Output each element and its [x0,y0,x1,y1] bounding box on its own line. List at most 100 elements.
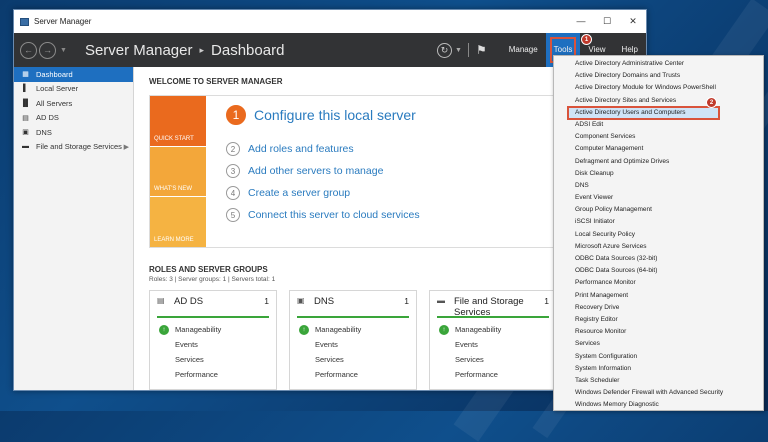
sidebar-item-label: AD DS [36,113,59,123]
menu-manage[interactable]: Manage [501,33,546,67]
step-add-roles[interactable]: 2 Add roles and features [226,138,420,160]
menu-item-ad-powershell[interactable]: Active Directory Module for Windows Powe… [554,82,763,94]
card-row-performance[interactable]: Performance [297,367,409,382]
refresh-icon[interactable]: ↻ [437,42,453,58]
card-row-events[interactable]: Events [297,337,409,352]
menu-item-performance-monitor[interactable]: Performance Monitor [554,277,763,289]
annotation-badge-2: 2 [706,97,717,108]
menu-item-disk-cleanup[interactable]: Disk Cleanup [554,168,763,180]
header-bar: ← → ▼ Server Manager ▸ Dashboard ↻ ▼ ⚑ M… [14,33,646,67]
sidebar: ▦ Dashboard ▌ Local Server ▐▌ All Server… [14,67,134,390]
card-row-events[interactable]: Events [157,337,269,352]
sidebar-item-local-server[interactable]: ▌ Local Server [14,82,133,97]
menu-item-odbc-32[interactable]: ODBC Data Sources (32-bit) [554,253,763,265]
close-icon[interactable]: ✕ [620,10,646,33]
card-row-services[interactable]: Services [157,352,269,367]
whats-new-tile[interactable]: WHAT'S NEW [150,145,206,197]
role-card-ad-ds[interactable]: ▤ AD DS 1 ↑ Manageability Events Services… [149,290,277,390]
notifications-flag-icon[interactable]: ⚑ [476,43,487,57]
refresh-dropdown-icon[interactable]: ▼ [455,47,462,54]
ok-check-icon: ↑ [439,324,449,335]
menu-item-azure-services[interactable]: Microsoft Azure Services [554,241,763,253]
expand-arrow-icon[interactable]: ▶ [124,143,129,151]
sidebar-item-label: File and Storage Services [36,142,122,152]
divider [467,43,469,57]
card-row-services[interactable]: Services [297,352,409,367]
dashboard-icon: ▦ [22,71,29,79]
menu-item-component-services[interactable]: Component Services [554,131,763,143]
forward-button[interactable]: → [39,41,56,59]
server-manager-window: Server Manager — ☐ ✕ ← → ▼ Server Manage… [13,9,647,391]
learn-more-tile[interactable]: LEARN MORE [150,196,206,248]
sidebar-item-dns[interactable]: ▣ DNS [14,125,133,140]
menu-item-resource-monitor[interactable]: Resource Monitor [554,326,763,338]
card-row-events[interactable]: Events [437,337,549,352]
breadcrumb-page: Dashboard [211,41,285,59]
quick-start-tile[interactable]: QUICK START [150,96,206,146]
menu-item-memory-diagnostic[interactable]: Windows Memory Diagnostic [554,399,763,411]
menu-item-adsi-edit[interactable]: ADSI Edit [554,119,763,131]
server-icon: ▌ [23,85,28,93]
sidebar-item-all-servers[interactable]: ▐▌ All Servers [14,96,133,111]
menu-item-system-configuration[interactable]: System Configuration [554,351,763,363]
menu-item-system-information[interactable]: System Information [554,363,763,375]
sidebar-item-label: DNS [36,127,52,137]
history-dropdown-icon[interactable]: ▼ [60,47,67,54]
step-add-servers[interactable]: 3 Add other servers to manage [226,160,420,182]
maximize-icon[interactable]: ☐ [594,10,620,33]
back-button[interactable]: ← [20,41,37,59]
role-card-file-storage[interactable]: ▬ File and Storage Services 1 ↑ Manageabi… [429,290,557,390]
menu-item-iscsi[interactable]: iSCSI Initiator [554,216,763,228]
step-create-server-group[interactable]: 4 Create a server group [226,182,420,204]
dns-icon: ▣ [297,296,305,305]
minimize-icon[interactable]: — [568,10,594,33]
menu-item-ad-sites-services[interactable]: Active Directory Sites and Services [554,95,763,107]
tools-dropdown-menu: Active Directory Administrative Center A… [553,55,764,411]
server-manager-icon [20,17,29,26]
card-row-performance[interactable]: Performance [437,367,549,382]
menu-item-event-viewer[interactable]: Event Viewer [554,192,763,204]
menu-item-ad-admin-center[interactable]: Active Directory Administrative Center [554,58,763,70]
card-row-manageability[interactable]: ↑ Manageability [157,322,269,337]
card-row-services[interactable]: Services [437,352,549,367]
sidebar-item-label: All Servers [36,98,73,108]
menu-item-dns[interactable]: DNS [554,180,763,192]
menu-item-group-policy[interactable]: Group Policy Management [554,204,763,216]
breadcrumb-separator-icon: ▸ [199,44,205,55]
adds-icon: ▤ [22,114,29,122]
welcome-panel: QUICK START WHAT'S NEW LEARN MORE 1 Conf… [149,95,587,248]
title-bar: Server Manager — ☐ ✕ [14,10,646,33]
menu-item-defender-firewall[interactable]: Windows Defender Firewall with Advanced … [554,387,763,399]
role-card-dns[interactable]: ▣ DNS 1 ↑ Manageability Events Services P… [289,290,417,390]
sidebar-item-file-storage[interactable]: ▬ File and Storage Services ▶ [14,140,133,155]
adds-icon: ▤ [157,296,165,305]
window-title: Server Manager [34,17,92,26]
menu-item-odbc-64[interactable]: ODBC Data Sources (64-bit) [554,265,763,277]
menu-item-services[interactable]: Services [554,338,763,350]
storage-icon: ▬ [22,143,29,151]
menu-item-defragment[interactable]: Defragment and Optimize Drives [554,156,763,168]
menu-item-recovery-drive[interactable]: Recovery Drive [554,302,763,314]
breadcrumb-app[interactable]: Server Manager [85,42,193,59]
menu-item-local-security-policy[interactable]: Local Security Policy [554,229,763,241]
sidebar-item-ad-ds[interactable]: ▤ AD DS [14,111,133,126]
dns-icon: ▣ [22,129,29,137]
sidebar-item-dashboard[interactable]: ▦ Dashboard [14,67,133,82]
menu-item-task-scheduler[interactable]: Task Scheduler [554,375,763,387]
menu-item-computer-management[interactable]: Computer Management [554,143,763,155]
menu-item-print-management[interactable]: Print Management [554,290,763,302]
menu-item-registry-editor[interactable]: Registry Editor [554,314,763,326]
annotation-badge-1: 1 [581,34,592,45]
card-row-manageability[interactable]: ↑ Manageability [437,322,549,337]
step-configure-local-server[interactable]: 1 Configure this local server [226,105,420,125]
sidebar-item-label: Dashboard [36,69,73,79]
storage-icon: ▬ [437,296,445,305]
breadcrumb: Server Manager ▸ Dashboard [85,42,284,59]
card-row-performance[interactable]: Performance [157,367,269,382]
menu-item-ad-domains-trusts[interactable]: Active Directory Domains and Trusts [554,70,763,82]
servers-icon: ▐▌ [20,99,31,107]
ok-check-icon: ↑ [299,324,309,335]
step-connect-cloud[interactable]: 5 Connect this server to cloud services [226,204,420,226]
menu-item-ad-users-computers[interactable]: Active Directory Users and Computers [567,105,720,120]
card-row-manageability[interactable]: ↑ Manageability [297,322,409,337]
